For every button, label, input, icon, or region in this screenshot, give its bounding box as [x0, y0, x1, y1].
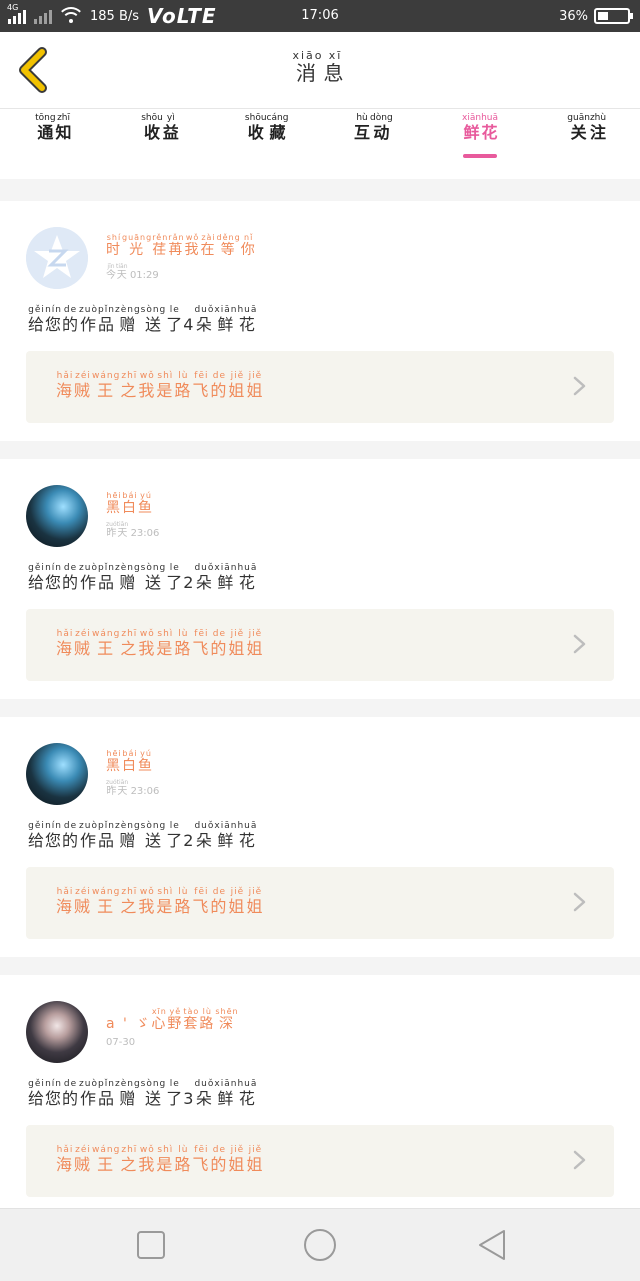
status-bar: 4G 185 B/s VoLTE 17:06 36%: [0, 0, 640, 32]
time-value: 07-30: [106, 1037, 136, 1048]
sender-name[interactable]: 黑hēi白bái鱼yú: [106, 491, 154, 517]
chevron-right-icon: [573, 376, 586, 396]
work-title: 海hǎi贼zéi王wáng之zhī我wǒ是shì路lù飞fēi的de姐jiě姐j…: [56, 887, 265, 917]
notification-message: 给gěi您nín的de作zuò品pǐn赠zèng送sòng了le2朵duǒ鲜xi…: [28, 821, 258, 851]
notification-card: a ' ゞ心xīn野yě套tào路lù深shēn 07-30 给gěi您nín的d…: [0, 975, 640, 1215]
work-link[interactable]: 海hǎi贼zéi王wáng之zhī我wǒ是shì路lù飞fēi的de姐jiě姐j…: [26, 867, 614, 939]
work-link[interactable]: 海hǎi贼zéi王wáng之zhī我wǒ是shì路lù飞fēi的de姐jiě姐j…: [26, 1125, 614, 1197]
avatar[interactable]: [26, 227, 88, 289]
notification-card: 黑hēi白bái鱼yú 昨zuó天tiān 23:06 给gěi您nín的de作zu…: [0, 717, 640, 957]
default-avatar-icon: [26, 227, 88, 289]
system-nav-bar: [0, 1208, 640, 1281]
notification-list: 时shí光guāng荏rěn苒rǎn我wǒ在zài等děng你nǐ 今jīn天ti…: [0, 201, 640, 1233]
work-title: 海hǎi贼zéi王wáng之zhī我wǒ是shì路lù飞fēi的de姐jiě姐j…: [56, 1145, 265, 1175]
system-back-button[interactable]: [474, 1227, 510, 1263]
chevron-right-icon: [573, 892, 586, 912]
notification-card: 时shí光guāng荏rěn苒rǎn我wǒ在zài等děng你nǐ 今jīn天ti…: [0, 201, 640, 441]
timestamp: 昨zuó天tiān 23:06: [106, 779, 160, 798]
battery-icon: [594, 8, 633, 24]
notification-message: 给gěi您nín的de作zuò品pǐn赠zèng送sòng了le2朵duǒ鲜xi…: [28, 563, 258, 593]
avatar[interactable]: [26, 743, 88, 805]
sender-name[interactable]: 时shí光guāng荏rěn苒rǎn我wǒ在zài等děng你nǐ: [106, 233, 257, 259]
battery-fill: [598, 12, 608, 20]
tab-favorites[interactable]: 收shōu藏cáng: [213, 109, 320, 179]
avatar[interactable]: [26, 1001, 88, 1063]
tab-interaction[interactable]: 互hù动dòng: [320, 109, 427, 179]
work-title: 海hǎi贼zéi王wáng之zhī我wǒ是shì路lù飞fēi的de姐jiě姐j…: [56, 371, 265, 401]
sender-name[interactable]: a ' ゞ心xīn野yě套tào路lù深shēn: [106, 1007, 239, 1033]
chevron-right-icon: [573, 1150, 586, 1170]
battery-percent: 36%: [559, 8, 588, 24]
page-header: 消xiāo息xī: [0, 32, 640, 109]
time-value: 23:06: [130, 786, 160, 797]
back-icon: [479, 1230, 505, 1260]
status-time: 17:06: [301, 8, 339, 23]
chevron-right-icon: [573, 634, 586, 654]
tab-earnings[interactable]: 收shōu益yì: [107, 109, 214, 179]
work-link[interactable]: 海hǎi贼zéi王wáng之zhī我wǒ是shì路lù飞fēi的de姐jiě姐j…: [26, 609, 614, 681]
notification-message: 给gěi您nín的de作zuò品pǐn赠zèng送sòng了le3朵duǒ鲜xi…: [28, 1079, 258, 1109]
avatar[interactable]: [26, 485, 88, 547]
recent-apps-icon: [137, 1231, 165, 1259]
home-icon: [304, 1229, 336, 1261]
time-value: 23:06: [130, 528, 160, 539]
notification-message: 给gěi您nín的de作zuò品pǐn赠zèng送sòng了le4朵duǒ鲜xi…: [28, 305, 258, 335]
notification-card: 黑hēi白bái鱼yú 昨zuó天tiān 23:06 给gěi您nín的de作zu…: [0, 459, 640, 699]
active-tab-indicator: [463, 154, 498, 158]
timestamp: 昨zuó天tiān 23:06: [106, 521, 160, 540]
page-title: 消xiāo息xī: [292, 49, 348, 85]
work-title: 海hǎi贼zéi王wáng之zhī我wǒ是shì路lù飞fēi的de姐jiě姐j…: [56, 629, 265, 659]
tab-notice[interactable]: 通tōng知zhī: [0, 109, 107, 179]
timestamp: 07-30: [106, 1037, 135, 1048]
sender-name[interactable]: 黑hēi白bái鱼yú: [106, 749, 154, 775]
timestamp: 今jīn天tiān 01:29: [106, 263, 159, 282]
work-link[interactable]: 海hǎi贼zéi王wáng之zhī我wǒ是shì路lù飞fēi的de姐jiě姐j…: [26, 351, 614, 423]
tab-follow[interactable]: 关guān注zhù: [533, 109, 640, 179]
home-button[interactable]: [302, 1227, 338, 1263]
recent-apps-button[interactable]: [133, 1227, 169, 1263]
tab-flowers[interactable]: 鲜xiān花huā: [427, 109, 534, 179]
time-value: 01:29: [129, 270, 159, 281]
tab-bar: 通tōng知zhī 收shōu益yì 收shōu藏cáng 互hù动dòng 鲜…: [0, 109, 640, 179]
